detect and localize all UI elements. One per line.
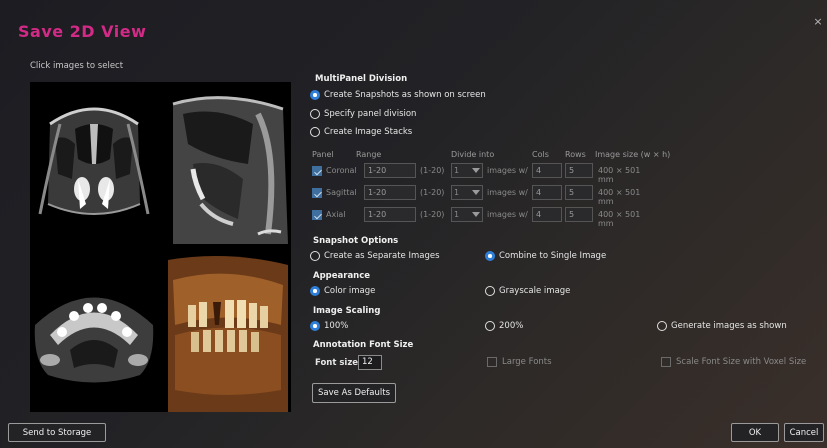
unit-label: images w/ [487,166,528,175]
col-header-size: Image size (w × h) [595,150,671,159]
ok-button[interactable]: OK [731,423,779,442]
radio-icon [657,321,667,331]
radio-separate-images[interactable]: Create as Separate Images [310,251,440,261]
rows-input[interactable]: 5 [565,185,593,200]
range-hint: (1-20) [420,210,445,219]
checkbox-icon [661,357,671,367]
preview-panel [30,82,291,412]
radio-icon [310,109,320,119]
radio-scale-200[interactable]: 200% [485,321,523,331]
volume-render-preview-image[interactable] [163,250,291,412]
panel-name: Axial [326,210,346,219]
annotation-font-title: Annotation Font Size [313,340,414,350]
font-size-label: Font size [315,358,359,368]
range-hint: (1-20) [420,188,445,197]
appearance-title: Appearance [313,271,371,281]
panel-name: Sagittal [326,188,357,197]
dialog-title: Save 2D View [18,22,147,41]
radio-color-image[interactable]: Color image [310,286,375,296]
scale-font-checkbox[interactable]: Scale Font Size with Voxel Size [661,357,806,367]
cols-input[interactable]: 4 [532,207,562,222]
col-header-cols: Cols [532,150,549,159]
close-icon[interactable]: × [813,16,823,28]
radio-single-image[interactable]: Combine to Single Image [485,251,606,261]
radio-icon [310,251,320,261]
radio-scale-100[interactable]: 100% [310,321,348,331]
divide-dropdown[interactable]: 1 [451,207,483,222]
rows-input[interactable]: 5 [565,207,593,222]
save-as-defaults-button[interactable]: Save As Defaults [312,383,396,403]
checkbox-icon [487,357,497,367]
image-size: 400 × 501 mm [598,188,641,206]
radio-create-snapshots[interactable]: Create Snapshots as shown on screen [310,90,486,100]
send-to-storage-button[interactable]: Send to Storage [8,423,106,442]
cancel-button[interactable]: Cancel [784,423,824,442]
image-size: 400 × 501 mm [598,166,641,184]
radio-grayscale-image[interactable]: Grayscale image [485,286,570,296]
checkbox-sagittal[interactable] [312,188,322,198]
radio-selected-icon [310,286,320,296]
col-header-rows: Rows [565,150,586,159]
chevron-down-icon [472,168,480,173]
range-input[interactable]: 1-20 [364,207,416,222]
chevron-down-icon [472,190,480,195]
divide-dropdown[interactable]: 1 [451,163,483,178]
radio-specify-division[interactable]: Specify panel division [310,109,416,119]
multipanel-title: MultiPanel Division [315,74,408,84]
radio-selected-icon [310,90,320,100]
image-scaling-title: Image Scaling [313,306,381,316]
unit-label: images w/ [487,188,528,197]
select-hint: Click images to select [30,61,124,71]
radio-icon [485,321,495,331]
col-header-range: Range [356,150,382,159]
panel-name: Coronal [326,166,357,175]
chevron-down-icon [472,212,480,217]
radio-selected-icon [310,321,320,331]
snapshot-options-title: Snapshot Options [313,236,399,246]
axial-preview-image[interactable] [30,250,158,412]
radio-icon [485,286,495,296]
unit-label: images w/ [487,210,528,219]
divide-dropdown[interactable]: 1 [451,185,483,200]
radio-selected-icon [485,251,495,261]
radio-icon [310,127,320,137]
rows-input[interactable]: 5 [565,163,593,178]
radio-generate-as-shown[interactable]: Generate images as shown [657,321,787,331]
table-row: Axial 1-20 (1-20) 1 images w/ 4 5 400 × … [310,207,650,228]
large-fonts-checkbox[interactable]: Large Fonts [487,357,552,367]
col-header-divide: Divide into [451,150,495,159]
sagittal-preview-image[interactable] [163,84,291,246]
font-size-input[interactable]: 12 [358,355,382,370]
range-input[interactable]: 1-20 [364,163,416,178]
table-row: Coronal 1-20 (1-20) 1 images w/ 4 5 400 … [310,163,650,184]
image-size: 400 × 501 mm [598,210,641,228]
cols-input[interactable]: 4 [532,163,562,178]
cols-input[interactable]: 4 [532,185,562,200]
radio-image-stacks[interactable]: Create Image Stacks [310,127,412,137]
save-2d-view-dialog: Save 2D View × Click images to select Mu… [0,0,827,448]
range-input[interactable]: 1-20 [364,185,416,200]
table-row: Sagittal 1-20 (1-20) 1 images w/ 4 5 400… [310,185,650,206]
coronal-preview-image[interactable] [30,84,158,246]
col-header-panel: Panel [312,150,334,159]
checkbox-coronal[interactable] [312,166,322,176]
range-hint: (1-20) [420,166,445,175]
checkbox-axial[interactable] [312,210,322,220]
